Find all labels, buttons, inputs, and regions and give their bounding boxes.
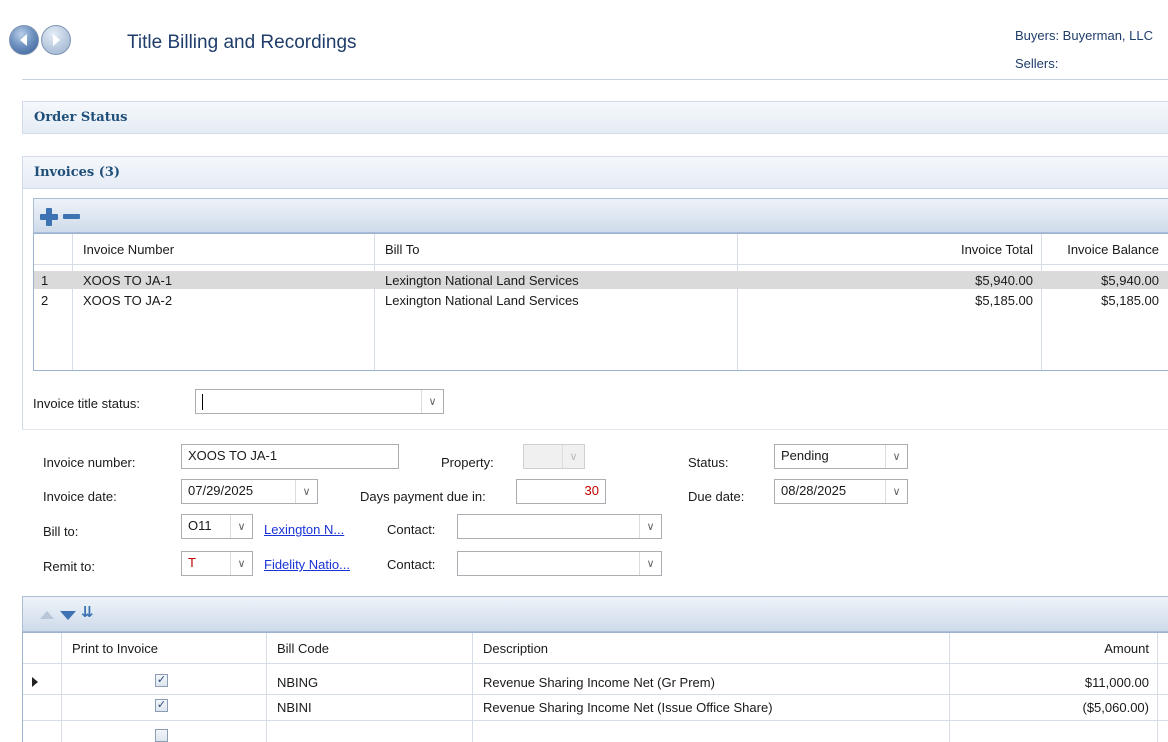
- buyers-text: Buyers: Buyerman, LLC: [1015, 28, 1154, 43]
- arrow-left-icon: [20, 34, 27, 46]
- column-header-bill-to[interactable]: Bill To: [385, 242, 419, 257]
- print-to-invoice-checkbox[interactable]: [155, 729, 168, 742]
- move-down-icon[interactable]: [60, 611, 76, 620]
- table-row[interactable]: ✓ NBING Revenue Sharing Income Net (Gr P…: [23, 671, 1168, 693]
- chevron-down-icon: ∨: [562, 445, 584, 468]
- column-header-amount[interactable]: Amount: [953, 641, 1149, 656]
- chevron-down-icon[interactable]: ∨: [421, 390, 443, 413]
- order-status-section[interactable]: Order Status: [22, 101, 1168, 134]
- chevron-down-icon[interactable]: ∨: [230, 552, 252, 575]
- chevron-down-icon[interactable]: ∨: [230, 515, 252, 538]
- due-date-picker[interactable]: 08/28/2025 ∨: [774, 479, 908, 504]
- invoice-title-status-label: Invoice title status:: [33, 396, 140, 411]
- print-to-invoice-checkbox[interactable]: ✓: [155, 674, 168, 687]
- move-to-bottom-icon[interactable]: ⇊: [81, 605, 94, 620]
- invoice-number-label: Invoice number:: [43, 455, 136, 470]
- chevron-down-icon[interactable]: ∨: [885, 480, 907, 503]
- chevron-down-icon[interactable]: ∨: [639, 515, 661, 538]
- add-icon[interactable]: [39, 207, 59, 227]
- column-header-bill-code[interactable]: Bill Code: [277, 641, 329, 656]
- bill-codes-grid: Print to Invoice Bill Code Description A…: [22, 632, 1168, 742]
- remit-to-code-dropdown[interactable]: T ∨: [181, 551, 253, 576]
- bill-codes-toolbar: ⇊: [22, 596, 1168, 632]
- forward-button[interactable]: [41, 25, 71, 55]
- header-divider: [22, 79, 1168, 80]
- current-row-indicator-icon: [32, 677, 38, 687]
- column-header-description[interactable]: Description: [483, 641, 548, 656]
- invoices-header-row: Invoice Number Bill To Invoice Total Inv…: [34, 234, 1168, 265]
- remit-to-label: Remit to:: [43, 559, 96, 574]
- invoices-section[interactable]: Invoices (3): [22, 156, 1168, 189]
- sellers-text: Sellers:: [1015, 56, 1059, 71]
- chevron-down-icon[interactable]: ∨: [639, 552, 661, 575]
- invoice-date-label: Invoice date:: [43, 489, 117, 504]
- bill-codes-header-row: Print to Invoice Bill Code Description A…: [23, 633, 1168, 664]
- bill-to-link[interactable]: Lexington N...: [264, 522, 344, 537]
- chevron-down-icon[interactable]: ∨: [295, 480, 317, 503]
- table-row[interactable]: 1 XOOS TO JA-1 Lexington National Land S…: [34, 271, 1168, 289]
- remit-to-link[interactable]: Fidelity Natio...: [264, 557, 350, 572]
- column-header-invoice-number[interactable]: Invoice Number: [83, 242, 174, 257]
- status-dropdown[interactable]: Pending ∨: [774, 444, 908, 469]
- bill-to-code-dropdown[interactable]: O11 ∨: [181, 514, 253, 539]
- move-up-icon[interactable]: [40, 611, 54, 619]
- bill-contact-dropdown[interactable]: ∨: [457, 514, 662, 539]
- invoice-title-status-dropdown[interactable]: ∨: [195, 389, 444, 414]
- parties-info: Buyers: Buyerman, LLC Sellers:: [1015, 22, 1153, 78]
- days-payment-due-field[interactable]: 30: [516, 479, 606, 504]
- arrow-right-icon: [53, 34, 60, 46]
- property-dropdown[interactable]: ∨: [523, 444, 585, 469]
- property-label: Property:: [441, 455, 494, 470]
- bill-contact-label: Contact:: [387, 522, 436, 537]
- remit-contact-dropdown[interactable]: ∨: [457, 551, 662, 576]
- invoices-grid: Invoice Number Bill To Invoice Total Inv…: [33, 233, 1168, 371]
- table-row[interactable]: 2 XOOS TO JA-2 Lexington National Land S…: [34, 291, 1168, 309]
- remove-icon[interactable]: [63, 214, 80, 219]
- due-date-label: Due date:: [688, 489, 745, 504]
- bill-to-label: Bill to:: [43, 524, 79, 539]
- column-header-print-to-invoice[interactable]: Print to Invoice: [72, 641, 158, 656]
- invoice-number-field[interactable]: XOOS TO JA-1: [181, 444, 399, 469]
- column-header-invoice-balance[interactable]: Invoice Balance: [1044, 242, 1159, 257]
- status-label: Status:: [688, 455, 729, 470]
- invoice-date-picker[interactable]: 07/29/2025 ∨: [181, 479, 318, 504]
- table-row[interactable]: ✓ NBINI Revenue Sharing Income Net (Issu…: [23, 695, 1168, 719]
- chevron-down-icon[interactable]: ∨: [885, 445, 907, 468]
- print-to-invoice-checkbox[interactable]: ✓: [155, 699, 168, 712]
- back-button[interactable]: [9, 25, 39, 55]
- page-title: Title Billing and Recordings: [127, 32, 357, 53]
- column-header-invoice-total[interactable]: Invoice Total: [914, 242, 1033, 257]
- days-payment-due-label: Days payment due in:: [360, 489, 486, 504]
- remit-contact-label: Contact:: [387, 557, 436, 572]
- invoices-toolbar: [33, 198, 1168, 233]
